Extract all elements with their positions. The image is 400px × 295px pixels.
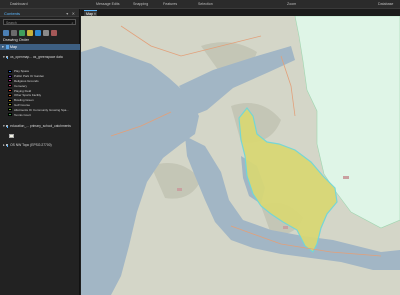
- legend-swatch: [8, 98, 12, 102]
- greenspace-legend: Play Space Public Park Or Garden Religio…: [8, 69, 80, 117]
- legend-label: Bowling Green: [14, 98, 34, 103]
- map-frame: Map ✕: [81, 9, 400, 295]
- layer-basemap-label: OS NW Topo (EPSG:27700): [10, 143, 52, 147]
- legend-swatch: [8, 108, 12, 112]
- search-input[interactable]: [4, 21, 75, 25]
- legend-label: Cemetery: [14, 83, 28, 88]
- map-layer-label: Map: [10, 44, 17, 49]
- layer-visibility-checkbox[interactable]: [5, 143, 9, 147]
- legend-swatch: [8, 69, 12, 73]
- list-by-snapping-icon[interactable]: [35, 29, 41, 36]
- layer-greenspace[interactable]: ▾ os_openmap... os_greenspace data: [3, 55, 63, 59]
- status-bar: Dashboard Message Edits Snapping Feature…: [0, 0, 400, 9]
- legend-swatch: [8, 79, 12, 83]
- expand-chevron-icon[interactable]: ▾: [3, 124, 5, 128]
- status-selection[interactable]: Selection: [198, 2, 213, 6]
- pane-controls[interactable]: ▾ ✕: [66, 11, 76, 16]
- legend-label: Other Sports Facility: [14, 93, 42, 98]
- legend-label: Golf Course: [14, 102, 31, 107]
- layer-visibility-checkbox[interactable]: [5, 55, 9, 59]
- list-by-source-icon[interactable]: [11, 29, 17, 36]
- layer-schools[interactable]: ▾ education_... primary_school_catchment…: [3, 124, 71, 128]
- status-message-edits[interactable]: Message Edits: [96, 2, 120, 6]
- expand-chevron-icon[interactable]: ▾: [3, 55, 5, 59]
- legend-swatch: [8, 93, 12, 97]
- legend-label: Tennis Court: [14, 112, 31, 117]
- search-box[interactable]: ⌕: [3, 19, 76, 25]
- map-layer-row[interactable]: ▾ Map: [0, 44, 80, 50]
- layer-visibility-checkbox[interactable]: [5, 124, 9, 128]
- legend-swatch: [8, 113, 12, 117]
- list-by-selection-icon[interactable]: [19, 29, 25, 36]
- legend-swatch: [8, 89, 12, 93]
- legend-swatch: [8, 103, 12, 107]
- status-features[interactable]: Features: [163, 2, 177, 6]
- map-view[interactable]: [81, 16, 400, 295]
- layer-greenspace-label: os_openmap... os_greenspace data: [10, 55, 63, 59]
- collapse-chevron-icon[interactable]: ▾: [2, 45, 4, 49]
- status-dashboard[interactable]: Dashboard: [10, 2, 28, 6]
- legend-label: Playing Field: [14, 88, 32, 93]
- layer-schools-label: education_... primary_school_catchments: [10, 124, 71, 128]
- status-database[interactable]: Database: [378, 2, 393, 6]
- list-by-drawing-order-icon[interactable]: [3, 29, 9, 36]
- status-zoom[interactable]: Zoom: [287, 2, 296, 6]
- list-by-labeling-icon[interactable]: [43, 29, 49, 36]
- legend-item: Tennis Court: [8, 112, 80, 117]
- status-snapping[interactable]: Snapping: [133, 2, 148, 6]
- map-icon: [5, 45, 9, 49]
- search-icon[interactable]: ⌕: [71, 21, 73, 25]
- layer-basemap[interactable]: ▸ OS NW Topo (EPSG:27700): [3, 143, 52, 147]
- contents-title: Contents: [4, 11, 21, 16]
- list-by-editing-icon[interactable]: [27, 29, 33, 36]
- catchment-legend-swatch: [9, 134, 14, 138]
- contents-pane: Contents ▾ ✕ ⌕ Drawing Order ▾ Map ▾ os_…: [0, 9, 80, 295]
- contents-header: Contents ▾ ✕: [0, 9, 79, 17]
- legend-label: Play Space: [14, 69, 30, 74]
- list-by-charts-icon[interactable]: [51, 29, 57, 36]
- expand-chevron-icon[interactable]: ▸: [3, 143, 5, 147]
- legend-label: Public Park Or Garden: [14, 74, 45, 79]
- legend-label: Allotments Or Community Growing Spa...: [14, 107, 69, 112]
- legend-label: Religious Grounds: [14, 78, 39, 83]
- legend-swatch: [8, 74, 12, 78]
- legend-swatch: [8, 84, 12, 88]
- drawing-order-heading: Drawing Order: [3, 37, 30, 42]
